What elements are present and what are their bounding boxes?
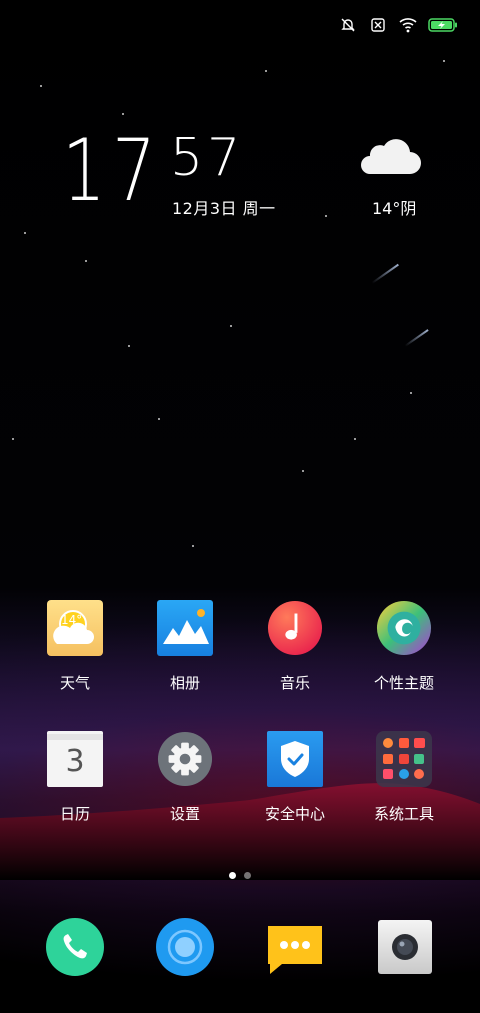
bell-off-icon bbox=[338, 15, 358, 35]
dock-messages[interactable] bbox=[266, 918, 324, 976]
browser-icon bbox=[156, 918, 214, 976]
messages-icon bbox=[268, 926, 322, 974]
app-settings[interactable]: 设置 bbox=[135, 731, 235, 824]
wifi-icon bbox=[398, 15, 418, 35]
dock-phone[interactable] bbox=[46, 918, 104, 976]
app-system-tools-folder[interactable]: 系统工具 bbox=[354, 731, 454, 824]
system-tools-folder-icon bbox=[376, 731, 432, 787]
settings-gear-icon bbox=[157, 731, 213, 787]
app-weather[interactable]: 14° 天气 bbox=[25, 600, 125, 693]
clock-date[interactable]: 12月3日 周一 bbox=[172, 195, 276, 219]
app-label-themes: 个性主题 bbox=[373, 674, 434, 692]
gallery-icon bbox=[157, 600, 213, 656]
page-indicator bbox=[0, 872, 480, 879]
app-themes[interactable]: 个性主题 bbox=[354, 600, 454, 693]
calendar-icon: 3 bbox=[47, 731, 103, 787]
status-bar bbox=[338, 14, 458, 36]
clock-minutes[interactable]: 57 bbox=[170, 132, 244, 184]
battery-charging-icon bbox=[428, 15, 458, 35]
page-dot-active[interactable] bbox=[229, 872, 236, 879]
app-calendar[interactable]: 3 日历 bbox=[25, 731, 125, 824]
security-shield-icon bbox=[267, 731, 323, 787]
page-dot[interactable] bbox=[244, 872, 251, 879]
app-label-system-tools: 系统工具 bbox=[373, 805, 434, 823]
weather-app-icon: 14° bbox=[47, 600, 103, 656]
dock-browser[interactable] bbox=[156, 918, 214, 976]
sim-off-icon bbox=[368, 15, 388, 35]
clock-hours[interactable]: 17 bbox=[62, 128, 162, 214]
app-label-security: 安全中心 bbox=[264, 805, 325, 823]
app-gallery[interactable]: 相册 bbox=[135, 600, 235, 693]
app-label-gallery: 相册 bbox=[169, 674, 200, 692]
app-label-music: 音乐 bbox=[279, 674, 310, 692]
app-label-calendar: 日历 bbox=[59, 805, 90, 823]
cloud-icon[interactable] bbox=[356, 132, 422, 178]
music-icon bbox=[267, 600, 323, 656]
phone-icon bbox=[46, 918, 104, 976]
camera-icon bbox=[378, 920, 432, 974]
app-music[interactable]: 音乐 bbox=[245, 600, 345, 693]
app-label-weather: 天气 bbox=[59, 674, 90, 692]
weather-text[interactable]: 14°阴 bbox=[372, 195, 416, 219]
calendar-day: 3 bbox=[65, 744, 85, 779]
app-security[interactable]: 安全中心 bbox=[245, 731, 345, 824]
app-label-settings: 设置 bbox=[169, 805, 200, 823]
themes-icon bbox=[376, 600, 432, 656]
dock-camera[interactable] bbox=[376, 918, 434, 976]
weather-badge: 14° bbox=[61, 613, 82, 627]
